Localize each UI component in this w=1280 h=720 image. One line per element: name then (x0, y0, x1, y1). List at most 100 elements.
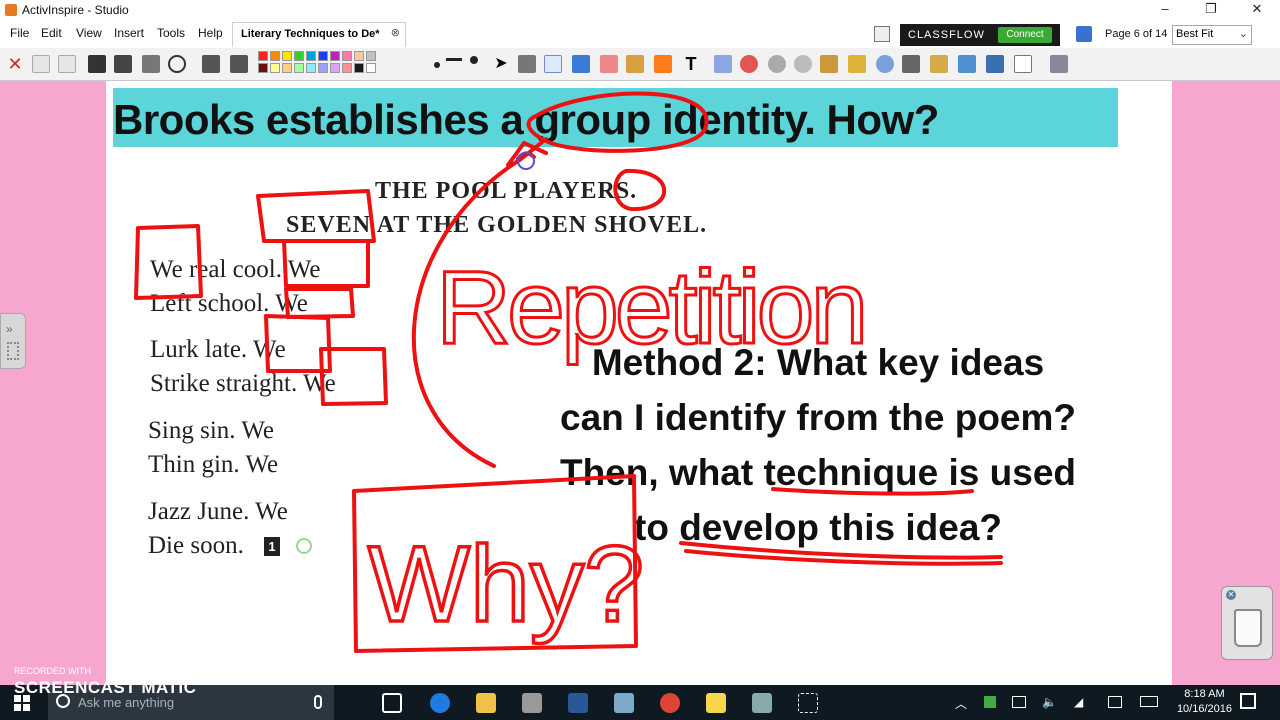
sticky-notes-icon[interactable] (706, 693, 726, 713)
poem-line: Strike straight. We (150, 370, 336, 397)
action-center-icon[interactable] (1240, 693, 1256, 709)
color-swatch[interactable] (330, 51, 340, 61)
connector-icon[interactable] (848, 55, 866, 73)
text-tool-icon[interactable]: T (682, 55, 700, 73)
menu-file[interactable]: File (10, 26, 29, 40)
color-swatch[interactable] (366, 51, 376, 61)
close-toolbox-icon[interactable]: ✕ (6, 55, 24, 73)
notes-icon[interactable] (1014, 55, 1032, 73)
camera-icon[interactable] (114, 55, 132, 73)
zoom-select[interactable]: Best Fit ⌄ (1172, 25, 1252, 45)
color-swatch[interactable] (294, 51, 304, 61)
camera-tool-icon[interactable] (930, 55, 948, 73)
menu-edit[interactable]: Edit (41, 26, 62, 40)
trash-bin-icon (1234, 609, 1262, 647)
screen-capture-icon[interactable] (142, 55, 160, 73)
restore-button[interactable]: ❐ (1188, 0, 1234, 20)
close-trash-icon[interactable]: ✕ (1226, 590, 1236, 600)
color-swatch[interactable] (306, 51, 316, 61)
color-swatch[interactable] (270, 63, 280, 73)
minimize-button[interactable]: – (1142, 0, 1188, 20)
input-icon[interactable] (1108, 696, 1122, 708)
poem-title-line-1: THE POOL PLAYERS. (375, 178, 638, 204)
color-swatch[interactable] (318, 51, 328, 61)
word-icon[interactable] (568, 693, 588, 713)
edge-icon[interactable] (430, 693, 450, 713)
color-swatch[interactable] (342, 63, 352, 73)
file-explorer-icon[interactable] (476, 693, 496, 713)
previous-page-icon[interactable] (202, 55, 220, 73)
pen-width-small-icon[interactable] (434, 62, 440, 68)
app-icon[interactable] (614, 693, 634, 713)
select-arrow-icon[interactable]: ➤ (492, 55, 510, 73)
menu-tools[interactable]: Tools (157, 26, 185, 40)
color-swatch[interactable] (282, 51, 292, 61)
color-palette (258, 51, 438, 77)
chrome-icon[interactable] (660, 693, 680, 713)
trash-panel[interactable]: ✕ (1221, 586, 1273, 660)
pen-width-line-icon[interactable] (446, 58, 462, 61)
color-swatch[interactable] (258, 63, 268, 73)
close-tab-icon[interactable]: ⊗ (391, 26, 400, 39)
activinspire-taskbar-icon[interactable] (522, 693, 542, 713)
tray-app-icon[interactable] (984, 696, 996, 708)
keyboard-icon[interactable] (1140, 696, 1158, 707)
color-swatch[interactable] (270, 51, 280, 61)
magic-ink-icon[interactable] (714, 55, 732, 73)
microphone-icon[interactable] (314, 695, 322, 709)
marquee-icon[interactable] (820, 55, 838, 73)
network-icon[interactable]: ◢ (1074, 695, 1083, 709)
reset-page-icon[interactable] (740, 55, 758, 73)
dashboard-icon[interactable] (874, 26, 890, 42)
color-swatch[interactable] (366, 63, 376, 73)
save-icon[interactable] (88, 55, 106, 73)
shape-icon[interactable] (654, 55, 672, 73)
battery-icon[interactable] (1012, 696, 1026, 708)
fill-icon[interactable] (626, 55, 644, 73)
redo-icon[interactable] (794, 55, 812, 73)
color-swatch[interactable] (258, 51, 268, 61)
studio-icon[interactable] (752, 693, 772, 713)
pen-icon[interactable] (544, 55, 562, 73)
clock-icon[interactable] (168, 55, 186, 73)
color-swatch[interactable] (318, 63, 328, 73)
activinspire-logo-icon (5, 4, 17, 16)
close-window-button[interactable]: ✕ (1234, 0, 1280, 20)
audio-circle-icon[interactable] (296, 538, 312, 554)
menu-view[interactable]: View (76, 26, 102, 40)
eraser-icon[interactable] (600, 55, 618, 73)
color-swatch[interactable] (354, 63, 364, 73)
snipping-tool-icon[interactable] (798, 693, 818, 713)
color-swatch[interactable] (282, 63, 292, 73)
undo-icon[interactable] (768, 55, 786, 73)
pen-width-large-icon[interactable] (470, 56, 478, 64)
zoom-tool-icon[interactable] (876, 55, 894, 73)
desktop-tools-icon[interactable] (986, 55, 1004, 73)
page-browser-icon[interactable] (1076, 26, 1092, 42)
task-view-icon[interactable] (382, 693, 402, 713)
color-swatch[interactable] (354, 51, 364, 61)
flipchart-page[interactable]: Brooks establishes a group identity. How… (106, 81, 1172, 685)
flipchart-canvas[interactable]: Brooks establishes a group identity. How… (0, 81, 1280, 685)
next-page-icon[interactable] (230, 55, 248, 73)
customize-icon[interactable] (1050, 55, 1068, 73)
color-swatch[interactable] (294, 63, 304, 73)
classflow-connect-button[interactable]: Connect (998, 27, 1052, 43)
color-swatch[interactable] (342, 51, 352, 61)
browser-toggle-handle[interactable]: » (0, 313, 26, 369)
document-tab[interactable]: Literary Techniques to De* ⊗ (232, 22, 406, 47)
spotlight-icon[interactable] (902, 55, 920, 73)
desktop-annotate-icon[interactable] (958, 55, 976, 73)
taskbar-clock[interactable]: 8:18 AM 10/16/2016 (1177, 687, 1232, 717)
show-hidden-icons-icon[interactable]: ︿ (955, 695, 967, 712)
new-page-icon[interactable] (32, 55, 50, 73)
poem-line: Thin gin. We (148, 451, 279, 478)
menu-help[interactable]: Help (198, 26, 223, 40)
highlighter-icon[interactable] (572, 55, 590, 73)
color-swatch[interactable] (306, 63, 316, 73)
menu-insert[interactable]: Insert (114, 26, 144, 40)
volume-icon[interactable]: 🔈 (1042, 695, 1057, 709)
tools-icon[interactable] (518, 55, 536, 73)
color-swatch[interactable] (330, 63, 340, 73)
pages-icon[interactable] (58, 55, 76, 73)
